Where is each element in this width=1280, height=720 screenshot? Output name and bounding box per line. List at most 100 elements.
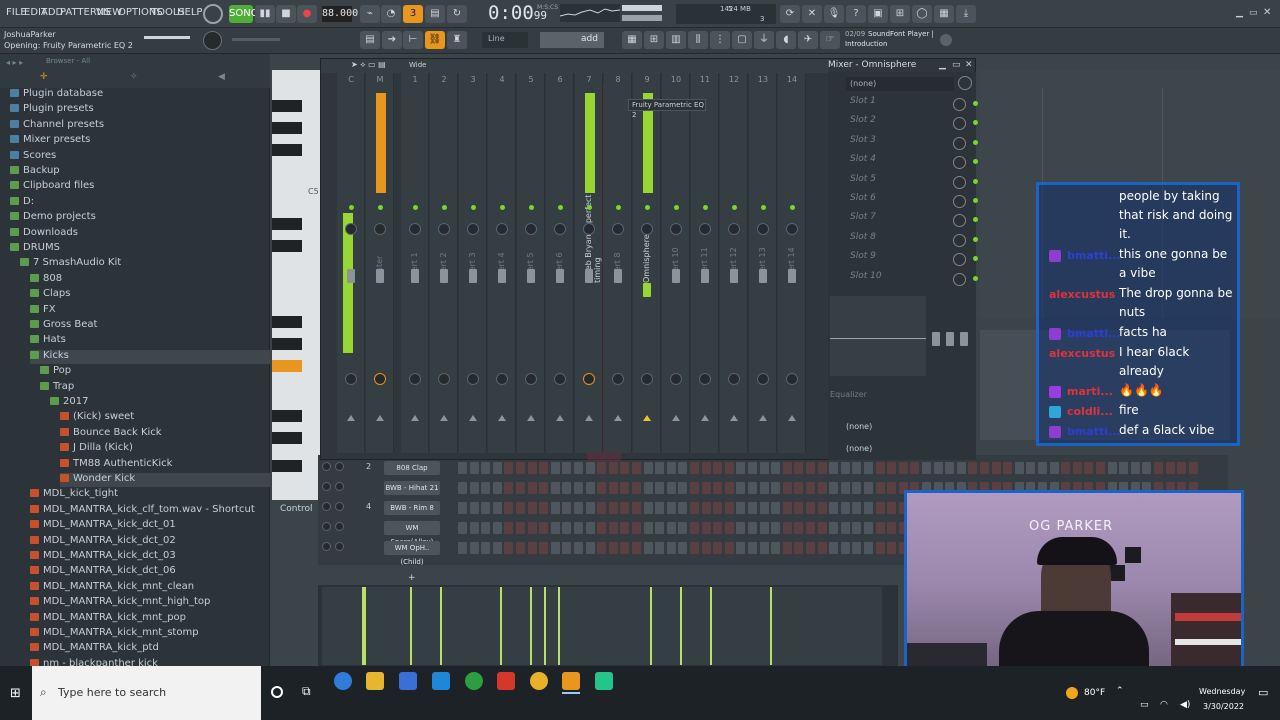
step-button[interactable] bbox=[469, 482, 479, 494]
mixer-strip[interactable]: 7 Caleb Bryant - perfect timing bbox=[575, 73, 603, 453]
mixer-minimize-icon[interactable]: ▁ bbox=[939, 60, 946, 70]
step-button[interactable] bbox=[736, 542, 746, 554]
step-button[interactable] bbox=[864, 482, 873, 494]
step-button[interactable] bbox=[550, 462, 560, 474]
step-button[interactable] bbox=[794, 522, 804, 534]
step-button[interactable] bbox=[574, 462, 583, 474]
step-button[interactable] bbox=[458, 462, 467, 474]
playlist-clip[interactable] bbox=[680, 587, 682, 665]
playlist-clip[interactable] bbox=[710, 587, 712, 665]
volume-fader[interactable] bbox=[411, 269, 419, 283]
mixer-menu-icons[interactable]: ➤ ⟡ ▭ ▤ bbox=[351, 60, 386, 70]
channel-pan-knob[interactable] bbox=[335, 542, 344, 551]
strip-enable-led[interactable] bbox=[732, 205, 737, 210]
master-pitch-slider[interactable] bbox=[622, 15, 662, 21]
strip-enable-led[interactable] bbox=[471, 205, 476, 210]
step-button[interactable] bbox=[481, 542, 491, 554]
plugin-icon[interactable]: ⊞ bbox=[890, 5, 910, 23]
browser-item[interactable]: (Kick) sweet bbox=[60, 411, 270, 425]
step-button[interactable] bbox=[748, 542, 757, 554]
mail-icon[interactable] bbox=[432, 672, 450, 690]
volume-fader[interactable] bbox=[759, 269, 767, 283]
black-key[interactable] bbox=[272, 460, 302, 472]
mixer-strip[interactable]: 11 Insert 11 bbox=[691, 73, 719, 453]
channel-name-button[interactable]: WM Snare(Alley) bbox=[384, 521, 440, 546]
step-button[interactable] bbox=[481, 502, 491, 514]
step-button[interactable] bbox=[678, 482, 688, 494]
step-button[interactable] bbox=[701, 502, 711, 514]
strip-enable-led[interactable] bbox=[349, 205, 354, 210]
step-button[interactable] bbox=[1154, 462, 1163, 474]
slot-enable-led[interactable] bbox=[973, 198, 978, 203]
step-button[interactable] bbox=[690, 482, 699, 494]
effect-slot[interactable]: Slot 4 bbox=[836, 154, 978, 172]
step-button[interactable] bbox=[829, 482, 839, 494]
step-button[interactable] bbox=[527, 522, 537, 534]
step-button[interactable] bbox=[550, 482, 560, 494]
effect-slot[interactable]: Slot 9 bbox=[836, 251, 978, 269]
metronome-icon[interactable]: ⌁ bbox=[360, 5, 380, 23]
step-button[interactable] bbox=[724, 542, 734, 554]
step-button[interactable] bbox=[690, 462, 699, 474]
tools-icon[interactable]: ✕ bbox=[802, 5, 822, 23]
step-button[interactable] bbox=[829, 462, 839, 474]
step-button[interactable] bbox=[632, 462, 641, 474]
step-button[interactable] bbox=[504, 482, 514, 494]
pan-knob[interactable] bbox=[757, 223, 769, 235]
browser-item[interactable]: Mixer presets bbox=[10, 134, 270, 148]
mixer-strip[interactable]: CCurrent bbox=[337, 73, 365, 453]
send-knob[interactable] bbox=[612, 373, 624, 385]
strip-enable-led[interactable] bbox=[558, 205, 563, 210]
browser-item[interactable]: DRUMS bbox=[10, 242, 270, 256]
step-button[interactable] bbox=[516, 522, 525, 534]
pan-knob[interactable] bbox=[699, 223, 711, 235]
record-button[interactable]: ● bbox=[297, 5, 317, 23]
browser-item[interactable]: FX bbox=[30, 304, 270, 318]
chat-username[interactable]: alexcustus bbox=[1049, 347, 1115, 360]
step-button[interactable] bbox=[1119, 462, 1129, 474]
step-button[interactable] bbox=[759, 462, 769, 474]
step-button[interactable] bbox=[562, 522, 572, 534]
mixer-strip[interactable]: 8 Insert 8 bbox=[604, 73, 632, 453]
tempo-display[interactable]: 88.000 bbox=[322, 6, 358, 22]
step-button[interactable] bbox=[782, 482, 792, 494]
step-button[interactable] bbox=[539, 522, 549, 534]
browser-item[interactable]: Bounce Back Kick bbox=[60, 427, 270, 441]
step-button[interactable] bbox=[539, 542, 549, 554]
step-button[interactable] bbox=[504, 462, 514, 474]
step-button[interactable] bbox=[806, 482, 815, 494]
step-button[interactable] bbox=[608, 502, 618, 514]
cortana-icon[interactable] bbox=[271, 686, 283, 698]
browser-item[interactable]: MDL_MANTRA_kick_mnt_stomp bbox=[30, 627, 270, 641]
play-button[interactable]: ▮▮ bbox=[255, 5, 275, 23]
step-button[interactable] bbox=[527, 462, 537, 474]
mixer-maximize-icon[interactable]: ▭ bbox=[952, 60, 961, 70]
mixer-icon[interactable]: ⫼ bbox=[688, 31, 708, 49]
slot-enable-led[interactable] bbox=[973, 101, 978, 106]
step-button[interactable] bbox=[1130, 462, 1140, 474]
step-button[interactable] bbox=[690, 522, 699, 534]
step-button[interactable] bbox=[643, 462, 653, 474]
eq-fader[interactable] bbox=[932, 332, 940, 346]
step-button[interactable] bbox=[574, 482, 583, 494]
channel-pan-knob[interactable] bbox=[335, 482, 344, 491]
eq-fader[interactable] bbox=[960, 332, 968, 346]
weather-temp[interactable]: 80°F bbox=[1084, 688, 1105, 698]
browser-item[interactable]: Plugin presets bbox=[10, 103, 270, 117]
slot-enable-led[interactable] bbox=[973, 236, 978, 242]
strip-enable-led[interactable] bbox=[413, 205, 418, 210]
wait-record-icon[interactable]: ◔ bbox=[381, 5, 401, 23]
step-button[interactable] bbox=[527, 502, 537, 514]
step-button[interactable] bbox=[771, 522, 781, 534]
browser-nav-icon[interactable]: ◂ ▸ ▸ bbox=[6, 58, 23, 67]
send-knob[interactable] bbox=[345, 373, 357, 385]
step-button[interactable] bbox=[655, 502, 665, 514]
step-edit-icon[interactable]: ▤ bbox=[425, 5, 445, 23]
step-button[interactable] bbox=[516, 542, 525, 554]
edge-icon[interactable] bbox=[334, 672, 352, 690]
step-button[interactable] bbox=[864, 542, 873, 554]
touch-icon[interactable]: ☞ bbox=[820, 31, 840, 49]
channel-led[interactable] bbox=[322, 542, 331, 551]
browser-item[interactable]: 2017 bbox=[50, 396, 270, 410]
browser-item[interactable]: Backup bbox=[10, 165, 270, 179]
